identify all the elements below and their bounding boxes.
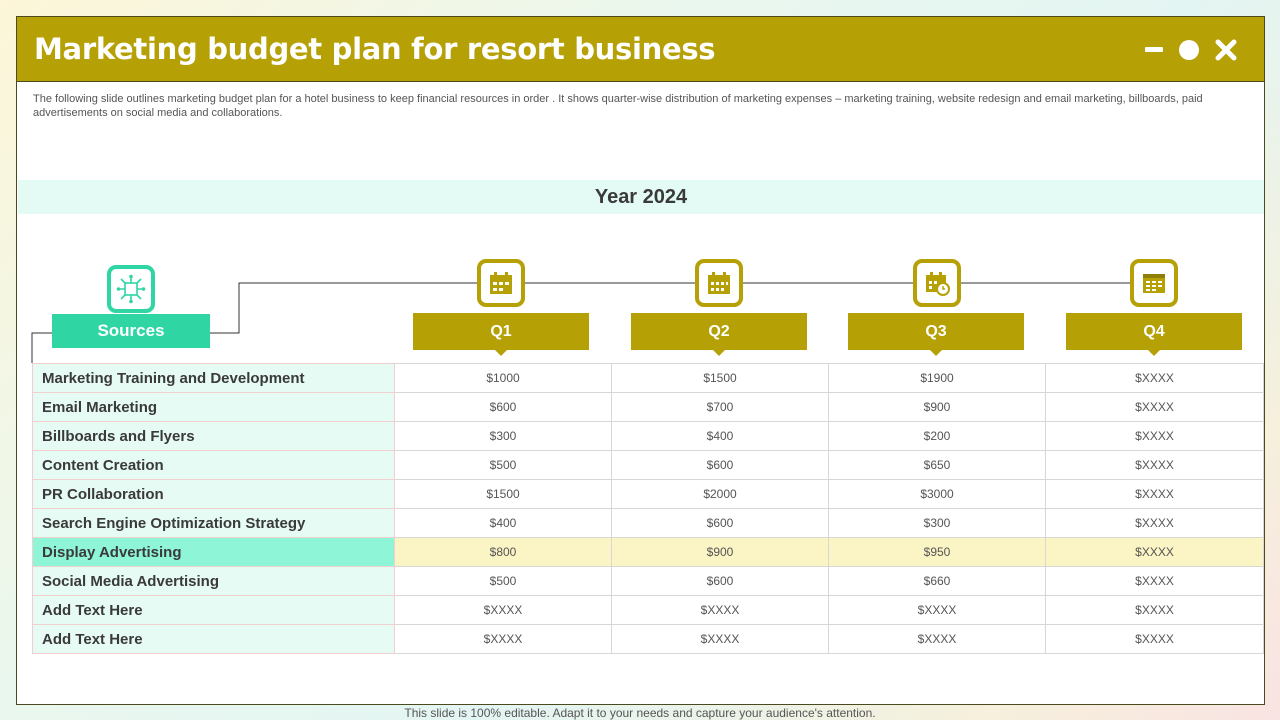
value-cell-q3: $XXXX: [828, 624, 1046, 654]
source-cell: Display Advertising: [32, 537, 395, 567]
value-cell-q2: $600: [611, 508, 829, 538]
calendar-check-icon: [477, 259, 525, 307]
value-cell-q4: $XXXX: [1045, 363, 1264, 393]
value-cell-q3: $3000: [828, 479, 1046, 509]
value-cell-q4: $XXXX: [1045, 392, 1264, 422]
value-cell-q4: $XXXX: [1045, 421, 1264, 451]
table-row: Add Text Here $XXXX $XXXX $XXXX $XXXX: [32, 595, 1264, 625]
table-row: PR Collaboration $1500 $2000 $3000 $XXXX: [32, 479, 1264, 509]
value-cell-q1: $800: [394, 537, 612, 567]
value-cell-q2: $XXXX: [611, 595, 829, 625]
value-cell-q3: $300: [828, 508, 1046, 538]
value-cell-q1: $XXXX: [394, 624, 612, 654]
page-title: Marketing budget plan for resort busines…: [34, 32, 716, 66]
table-row: Search Engine Optimization Strategy $400 $…: [32, 508, 1264, 538]
value-cell-q3: $660: [828, 566, 1046, 596]
source-cell: Add Text Here: [32, 624, 395, 654]
table-row: Billboards and Flyers $300 $400 $200 $XXXX: [32, 421, 1264, 451]
source-cell: Content Creation: [32, 450, 395, 480]
value-cell-q4: $XXXX: [1045, 508, 1264, 538]
source-cell: Search Engine Optimization Strategy: [32, 508, 395, 538]
source-cell: Billboards and Flyers: [32, 421, 395, 451]
table-row: Add Text Here $XXXX $XXXX $XXXX $XXXX: [32, 624, 1264, 654]
value-cell-q4: $XXXX: [1045, 450, 1264, 480]
calendar-clock-icon: [913, 259, 961, 307]
close-icon[interactable]: [1215, 39, 1237, 61]
value-cell-q3: $650: [828, 450, 1046, 480]
value-cell-q2: $900: [611, 537, 829, 567]
value-cell-q1: $500: [394, 450, 612, 480]
year-heading: Year 2024: [18, 180, 1264, 214]
value-cell-q3: $950: [828, 537, 1046, 567]
table-row: Display Advertising $800 $900 $950 $XXXX: [32, 537, 1264, 567]
quarter-header-q3: Q3: [848, 313, 1024, 356]
value-cell-q3: $900: [828, 392, 1046, 422]
value-cell-q2: $2000: [611, 479, 829, 509]
value-cell-q1: $600: [394, 392, 612, 422]
quarter-header-q4: Q4: [1066, 313, 1242, 356]
value-cell-q1: $500: [394, 566, 612, 596]
value-cell-q1: $1500: [394, 479, 612, 509]
circle-icon[interactable]: [1179, 40, 1199, 60]
budget-table: Marketing Training and Development $1000 $…: [32, 363, 1264, 654]
value-cell-q4: $XXXX: [1045, 595, 1264, 625]
value-cell-q4: $XXXX: [1045, 624, 1264, 654]
value-cell-q4: $XXXX: [1045, 537, 1264, 567]
source-cell: Marketing Training and Development: [32, 363, 395, 393]
quarter-header-q1: Q1: [413, 313, 589, 356]
table-row: Marketing Training and Development $1000 $…: [32, 363, 1264, 393]
source-cell: Email Marketing: [32, 392, 395, 422]
footer-note: This slide is 100% editable. Adapt it to…: [404, 706, 876, 720]
value-cell-q2: $600: [611, 450, 829, 480]
value-cell-q4: $XXXX: [1045, 566, 1264, 596]
value-cell-q1: $XXXX: [394, 595, 612, 625]
quarter-header-q2: Q2: [631, 313, 807, 356]
slide-description: The following slide outlines marketing b…: [33, 93, 1203, 119]
value-cell-q1: $400: [394, 508, 612, 538]
table-row: Content Creation $500 $600 $650 $XXXX: [32, 450, 1264, 480]
calendar-icon: [695, 259, 743, 307]
value-cell-q4: $XXXX: [1045, 479, 1264, 509]
calendar-grid-icon: [1130, 259, 1178, 307]
value-cell-q1: $300: [394, 421, 612, 451]
value-cell-q3: $1900: [828, 363, 1046, 393]
value-cell-q2: $700: [611, 392, 829, 422]
source-cell: Add Text Here: [32, 595, 395, 625]
title-bar: Marketing budget plan for resort busines…: [17, 17, 1264, 82]
value-cell-q2: $XXXX: [611, 624, 829, 654]
value-cell-q2: $1500: [611, 363, 829, 393]
value-cell-q2: $600: [611, 566, 829, 596]
network-chip-icon: [107, 265, 155, 313]
value-cell-q3: $XXXX: [828, 595, 1046, 625]
table-row: Social Media Advertising $500 $600 $660 $XXX…: [32, 566, 1264, 596]
source-cell: Social Media Advertising: [32, 566, 395, 596]
source-cell: PR Collaboration: [32, 479, 395, 509]
value-cell-q3: $200: [828, 421, 1046, 451]
minimize-icon[interactable]: [1145, 47, 1163, 52]
sources-header: Sources: [52, 314, 210, 348]
table-row: Email Marketing $600 $700 $900 $XXXX: [32, 392, 1264, 422]
slide-frame: Marketing budget plan for resort busines…: [16, 16, 1265, 705]
value-cell-q1: $1000: [394, 363, 612, 393]
value-cell-q2: $400: [611, 421, 829, 451]
